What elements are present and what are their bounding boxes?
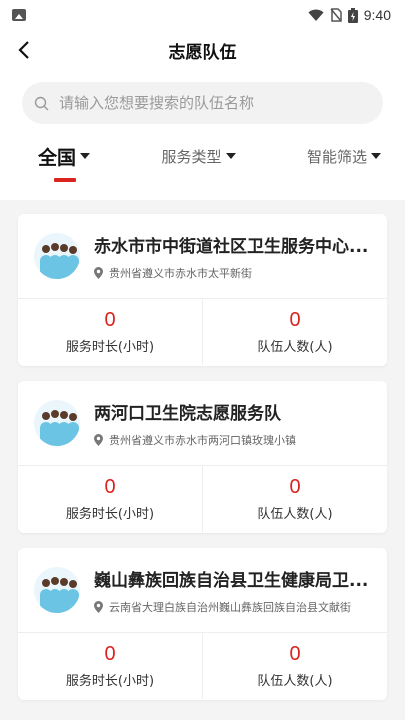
- member-count-stat: 0 队伍人数(人): [202, 633, 387, 699]
- member-count-label: 队伍人数(人): [257, 507, 333, 522]
- status-time: 9:40: [363, 7, 391, 23]
- team-name: 赤水市市中街道社区卫生服务中心...: [94, 236, 369, 257]
- location-pin-icon: [94, 266, 103, 279]
- caret-down-icon: [80, 153, 91, 159]
- chevron-left-icon: [18, 41, 29, 59]
- team-card[interactable]: 赤水市市中街道社区卫生服务中心... 贵州省遵义市赤水市太平新街 0 服务时长(…: [18, 214, 387, 366]
- filter-smart[interactable]: 智能筛选: [307, 146, 381, 167]
- active-tab-indicator: [54, 177, 76, 182]
- team-list: 赤水市市中街道社区卫生服务中心... 贵州省遵义市赤水市太平新街 0 服务时长(…: [0, 200, 405, 720]
- location-pin-icon: [94, 600, 103, 613]
- service-hours-stat: 0 服务时长(小时): [18, 633, 202, 699]
- service-hours-stat: 0 服务时长(小时): [18, 466, 202, 532]
- search-input[interactable]: [59, 94, 349, 112]
- service-hours-value: 0: [104, 643, 116, 665]
- team-avatar: [34, 400, 80, 446]
- member-count-stat: 0 队伍人数(人): [202, 466, 387, 532]
- filter-smart-label: 智能筛选: [306, 147, 367, 166]
- service-hours-stat: 0 服务时长(小时): [18, 299, 202, 365]
- member-count-value: 0: [289, 476, 301, 498]
- filter-region[interactable]: 全国: [38, 143, 91, 182]
- team-avatar: [34, 233, 80, 279]
- team-address: 云南省大理白族自治州巍山彝族回族自治县文献街: [109, 600, 351, 614]
- team-avatar: [34, 567, 80, 613]
- team-card[interactable]: 两河口卫生院志愿服务队 贵州省遵义市赤水市两河口镇玫瑰小镇 0 服务时长(小时)…: [18, 381, 387, 533]
- caret-down-icon: [225, 153, 236, 159]
- service-hours-label: 服务时长(小时): [65, 507, 155, 522]
- team-address: 贵州省遵义市赤水市太平新街: [109, 266, 252, 280]
- page-title: 志愿队伍: [168, 42, 237, 63]
- status-right: 9:40: [308, 7, 391, 23]
- location-pin-icon: [94, 433, 103, 446]
- service-hours-value: 0: [104, 309, 116, 331]
- status-bar: 9:40: [0, 0, 405, 30]
- search-icon: [34, 96, 49, 110]
- service-hours-value: 0: [104, 476, 116, 498]
- team-name: 两河口卫生院志愿服务队: [94, 403, 281, 424]
- nav-header: 志愿队伍: [0, 30, 405, 70]
- gallery-notification-icon: [12, 9, 26, 21]
- no-sim-icon: [330, 8, 342, 22]
- member-count-value: 0: [289, 643, 301, 665]
- team-card[interactable]: 巍山彝族回族自治县卫生健康局卫... 云南省大理白族自治州巍山彝族回族自治县文献…: [18, 548, 387, 700]
- member-count-value: 0: [289, 309, 301, 331]
- filter-service-type-label: 服务类型: [161, 147, 222, 166]
- member-count-label: 队伍人数(人): [257, 340, 333, 355]
- team-card-header: 巍山彝族回族自治县卫生健康局卫... 云南省大理白族自治州巍山彝族回族自治县文献…: [18, 548, 387, 633]
- caret-down-icon: [370, 153, 381, 159]
- wifi-icon: [308, 9, 324, 21]
- back-button[interactable]: [12, 38, 36, 62]
- search-bar[interactable]: [22, 82, 383, 124]
- team-card-header: 赤水市市中街道社区卫生服务中心... 贵州省遵义市赤水市太平新街: [18, 214, 387, 299]
- member-count-stat: 0 队伍人数(人): [202, 299, 387, 365]
- service-hours-label: 服务时长(小时): [65, 674, 155, 689]
- filter-bar: 全国 服务类型 智能筛选: [0, 124, 405, 188]
- filter-region-label: 全国: [38, 146, 77, 169]
- team-name: 巍山彝族回族自治县卫生健康局卫...: [94, 570, 369, 591]
- member-count-label: 队伍人数(人): [257, 674, 333, 689]
- battery-icon: [347, 7, 358, 23]
- team-address: 贵州省遵义市赤水市两河口镇玫瑰小镇: [109, 433, 296, 447]
- service-hours-label: 服务时长(小时): [65, 340, 155, 355]
- filter-service-type[interactable]: 服务类型: [161, 146, 236, 167]
- team-card-header: 两河口卫生院志愿服务队 贵州省遵义市赤水市两河口镇玫瑰小镇: [18, 381, 387, 466]
